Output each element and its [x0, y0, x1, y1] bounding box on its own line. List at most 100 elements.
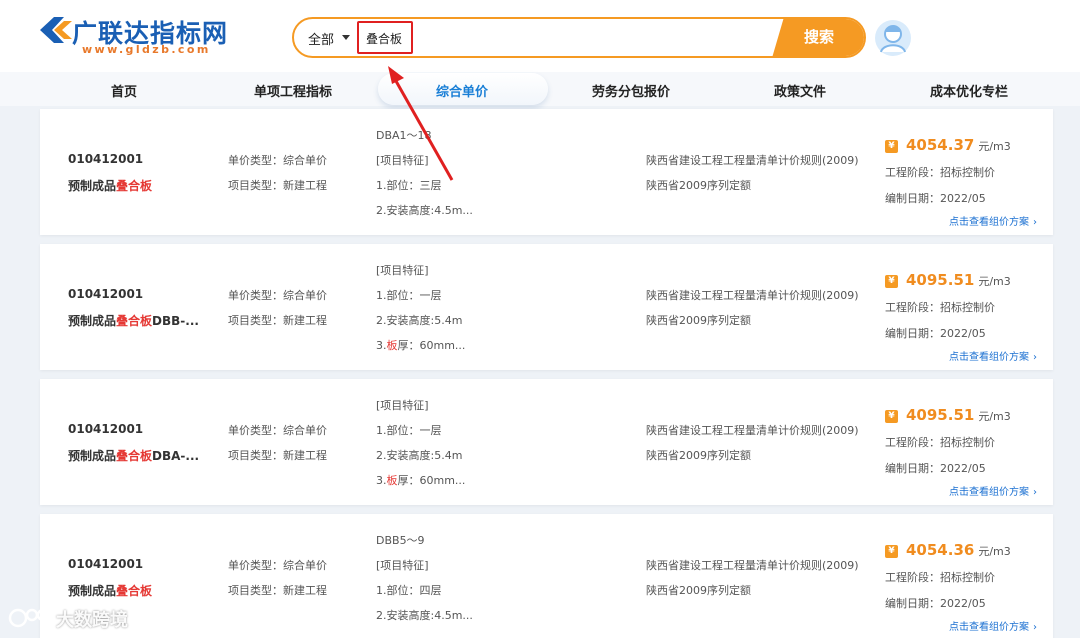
feature-code: DBA1～18 — [376, 129, 432, 142]
project-stage: 工程阶段：招标控制价 — [885, 166, 995, 179]
unit-price: 4095.51 — [906, 406, 975, 424]
search-input[interactable] — [358, 24, 758, 52]
nav-project-index[interactable]: 单项工程指标 — [254, 81, 332, 100]
yuan-icon: ¥ — [885, 410, 898, 423]
item-code: 010412001 — [68, 152, 144, 166]
price-row: ¥4054.37 元/m3 — [885, 136, 1011, 154]
feature-line: [项目特征] — [376, 264, 429, 277]
compile-date: 编制日期：2022/05 — [885, 327, 986, 340]
pricing-rule: 陕西省建设工程工程量清单计价规则(2009) — [646, 154, 859, 167]
chevron-right-icon: › — [1033, 622, 1037, 633]
view-pricing-link[interactable]: 点击查看组价方案 › — [949, 618, 1037, 633]
project-stage: 工程阶段：招标控制价 — [885, 301, 995, 314]
feature-line-highlight: 板 — [386, 339, 398, 352]
feature-line: 3.板厚：60mm... — [376, 472, 465, 488]
nav-cost-optimization[interactable]: 成本优化专栏 — [930, 81, 1008, 100]
site-header: 广联达指标网 www.gldzb.com 全部 搜索 — [0, 0, 1080, 72]
view-pricing-link-label: 点击查看组价方案 — [949, 352, 1029, 363]
caret-down-icon[interactable] — [342, 35, 350, 40]
chevron-right-icon: › — [1033, 217, 1037, 228]
nav-home[interactable]: 首页 — [111, 81, 137, 100]
feature-line: 3.板厚：60mm... — [376, 337, 465, 353]
feature-line: 1.部位：一层 — [376, 289, 442, 302]
item-name[interactable]: 预制成品叠合板DBB-... — [68, 312, 199, 329]
quota-standard: 陕西省2009序列定额 — [646, 179, 751, 192]
price-row: ¥4095.51 元/m3 — [885, 271, 1011, 289]
item-name-prefix: 预制成品 — [68, 584, 117, 598]
search-button[interactable]: 搜索 — [772, 19, 864, 56]
item-name[interactable]: 预制成品叠合板 — [68, 177, 152, 194]
item-name-highlight: 叠合板 — [116, 179, 153, 193]
feature-line: 1.部位：一层 — [376, 424, 442, 437]
price-row: ¥4054.36 元/m3 — [885, 541, 1011, 559]
view-pricing-link-label: 点击查看组价方案 — [949, 487, 1029, 498]
unit-price: 4054.36 — [906, 541, 975, 559]
quota-standard: 陕西省2009序列定额 — [646, 314, 751, 327]
item-name-highlight: 叠合板 — [116, 314, 153, 328]
search-bar: 全部 搜索 — [292, 17, 866, 58]
project-type: 项目类型：新建工程 — [228, 449, 327, 462]
feature-code: DBB5～9 — [376, 534, 425, 547]
yuan-icon: ¥ — [885, 275, 898, 288]
project-stage: 工程阶段：招标控制价 — [885, 436, 995, 449]
nav-labor-quote[interactable]: 劳务分包报价 — [592, 81, 670, 100]
feature-line: 1.部位：三层 — [376, 179, 442, 192]
feature-line: 2.安装高度:4.5m... — [376, 609, 473, 622]
compile-date: 编制日期：2022/05 — [885, 462, 986, 475]
feature-line: [项目特征] — [376, 399, 429, 412]
chevron-right-icon: › — [1033, 487, 1037, 498]
feature-line: 2.安装高度:4.5m... — [376, 204, 473, 217]
price-row: ¥4095.51 元/m3 — [885, 406, 1011, 424]
watermark: 大数跨境 — [8, 604, 148, 632]
view-pricing-link-label: 点击查看组价方案 — [949, 217, 1029, 228]
view-pricing-link[interactable]: 点击查看组价方案 › — [949, 483, 1037, 498]
project-type: 项目类型：新建工程 — [228, 584, 327, 597]
feature-line-highlight: 板 — [386, 474, 398, 487]
price-unit: 元/m3 — [978, 410, 1011, 423]
view-pricing-link[interactable]: 点击查看组价方案 › — [949, 348, 1037, 363]
unit-price: 4054.37 — [906, 136, 975, 154]
view-pricing-link[interactable]: 点击查看组价方案 › — [949, 213, 1037, 228]
logo-url: www.gldzb.com — [82, 43, 211, 56]
yuan-icon: ¥ — [885, 140, 898, 153]
result-card[interactable]: 010412001 预制成品叠合板DBB-... 单价类型：综合单价 项目类型：… — [40, 244, 1053, 370]
quota-standard: 陕西省2009序列定额 — [646, 449, 751, 462]
compile-date: 编制日期：2022/05 — [885, 597, 986, 610]
item-name-suffix: DBA-... — [152, 449, 200, 463]
user-avatar-icon[interactable] — [874, 19, 912, 57]
item-name-prefix: 预制成品 — [68, 179, 117, 193]
item-code: 010412001 — [68, 422, 144, 436]
price-unit: 元/m3 — [978, 545, 1011, 558]
project-stage: 工程阶段：招标控制价 — [885, 571, 995, 584]
item-name[interactable]: 预制成品叠合板 — [68, 582, 152, 599]
compile-date: 编制日期：2022/05 — [885, 192, 986, 205]
unit-price: 4095.51 — [906, 271, 975, 289]
pricing-rule: 陕西省建设工程工程量清单计价规则(2009) — [646, 424, 859, 437]
nav-unit-price[interactable]: 综合单价 — [436, 81, 488, 100]
feature-line: [项目特征] — [376, 559, 429, 572]
price-type: 单价类型：综合单价 — [228, 424, 327, 437]
item-name-highlight: 叠合板 — [116, 449, 153, 463]
nav-policy-docs[interactable]: 政策文件 — [774, 81, 826, 100]
item-name-suffix: DBB-... — [152, 314, 199, 328]
item-name[interactable]: 预制成品叠合板DBA-... — [68, 447, 199, 464]
search-scope-select[interactable]: 全部 — [308, 29, 334, 48]
feature-line: [项目特征] — [376, 154, 429, 167]
pricing-rule: 陕西省建设工程工程量清单计价规则(2009) — [646, 559, 859, 572]
quota-standard: 陕西省2009序列定额 — [646, 584, 751, 597]
result-card[interactable]: 010412001 预制成品叠合板 单价类型：综合单价 项目类型：新建工程 DB… — [40, 514, 1053, 638]
feature-line: 2.安装高度:5.4m — [376, 449, 463, 462]
project-type: 项目类型：新建工程 — [228, 179, 327, 192]
logo-mark-icon — [40, 17, 72, 43]
project-type: 项目类型：新建工程 — [228, 314, 327, 327]
feature-line-pre: 3. — [376, 339, 387, 352]
watermark-logo-icon — [8, 608, 50, 628]
feature-line-post: 厚：60mm... — [397, 339, 466, 352]
site-logo[interactable]: 广联达指标网 www.gldzb.com — [38, 12, 258, 60]
price-unit: 元/m3 — [978, 275, 1011, 288]
feature-line-pre: 3. — [376, 474, 387, 487]
result-card[interactable]: 010412001 预制成品叠合板 单价类型：综合单价 项目类型：新建工程 DB… — [40, 109, 1053, 235]
watermark-text: 大数跨境 — [56, 610, 128, 631]
view-pricing-link-label: 点击查看组价方案 — [949, 622, 1029, 633]
result-card[interactable]: 010412001 预制成品叠合板DBA-... 单价类型：综合单价 项目类型：… — [40, 379, 1053, 505]
